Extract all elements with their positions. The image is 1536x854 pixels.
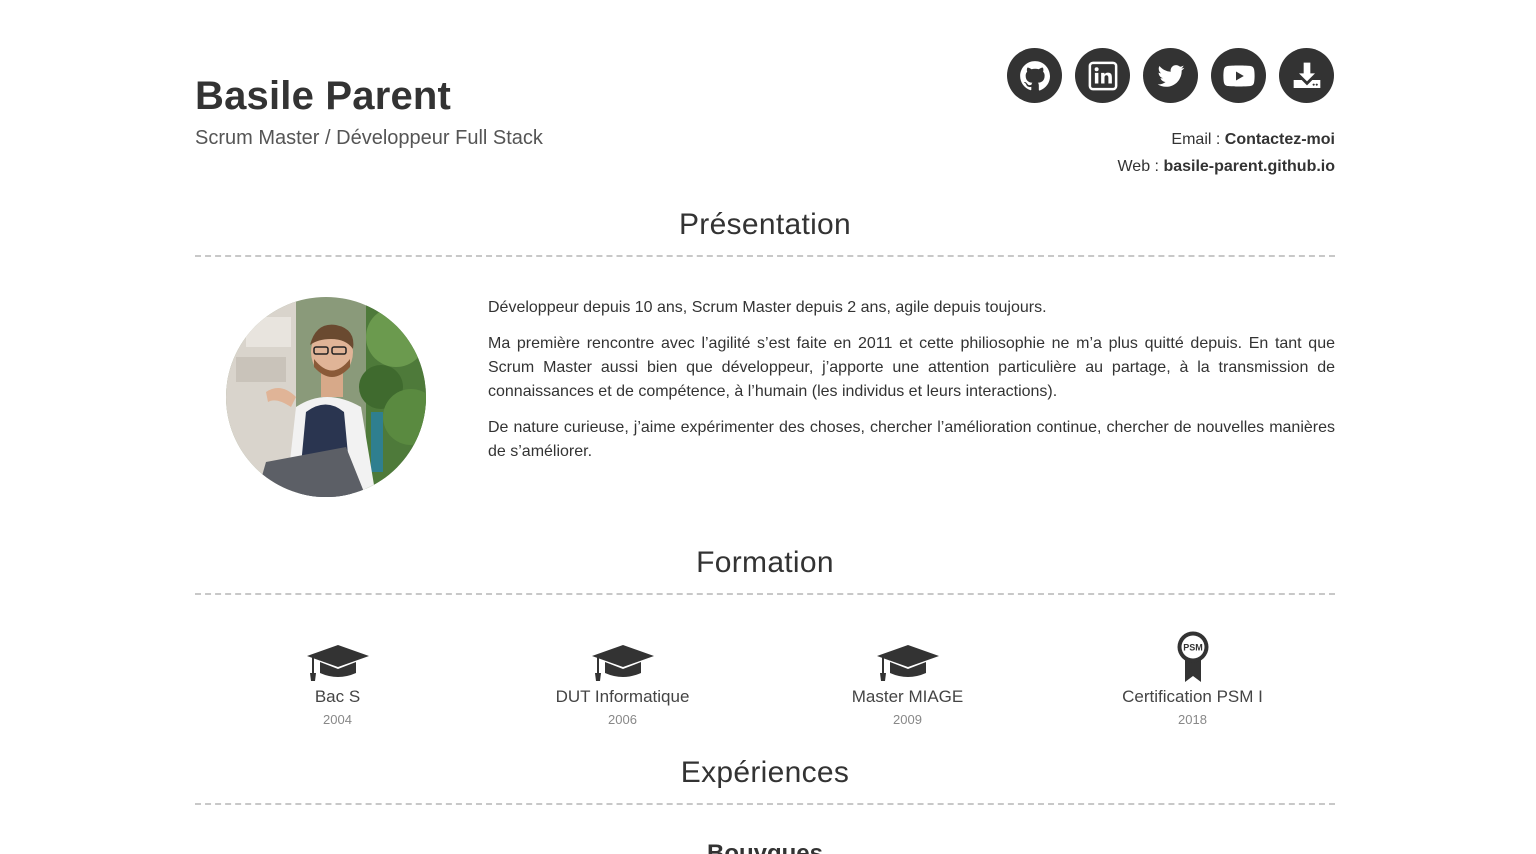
github-link[interactable] <box>1007 48 1062 103</box>
presentation-paragraph: Développeur depuis 10 ans, Scrum Master … <box>488 299 1047 316</box>
github-icon <box>1019 60 1050 90</box>
experiences-section: Expériences Bouygues <box>195 700 1335 854</box>
presentation-title: Présentation <box>678 208 852 241</box>
linkedin-icon <box>1088 61 1117 90</box>
person-name: Basile Parent <box>195 74 452 118</box>
section-divider <box>195 255 1335 257</box>
graduation-cap-icon <box>591 645 654 681</box>
presentation-text: Développeur depuis 10 ans, Scrum Master … <box>488 296 1335 476</box>
social-links <box>1007 48 1334 103</box>
download-icon <box>1293 62 1320 88</box>
section-divider <box>195 803 1335 805</box>
twitter-link[interactable] <box>1143 48 1198 103</box>
linkedin-link[interactable] <box>1075 48 1130 103</box>
email-link[interactable]: Contactez-moi <box>1225 131 1335 148</box>
job-title: Scrum Master / Développeur Full Stack <box>195 127 543 149</box>
presentation-paragraph: De nature curieuse, j’aime expérimenter … <box>488 419 1335 460</box>
header: Basile Parent Scrum Master / Développeur… <box>195 0 1335 200</box>
web-line: Web : basile-parent.github.io <box>1117 153 1335 180</box>
contact-info: Email : Contactez-moi Web : basile-paren… <box>1117 126 1335 180</box>
presentation-section: Présentation Développeur depuis 10 ans, … <box>195 200 1335 497</box>
psm-badge-text: PSM <box>1183 643 1203 653</box>
email-label: Email : <box>1171 131 1225 148</box>
youtube-icon <box>1222 65 1255 86</box>
formation-section: Formation Bac S 2004 DUT Informatique 20… <box>195 490 1335 727</box>
resume-page: Basile Parent Scrum Master / Développeur… <box>195 0 1335 854</box>
website-link[interactable]: basile-parent.github.io <box>1163 158 1335 175</box>
presentation-paragraph: Ma première rencontre avec l’agilité s’e… <box>488 335 1335 400</box>
section-divider <box>195 593 1335 595</box>
twitter-icon <box>1157 64 1184 87</box>
formation-title: Formation <box>696 546 834 579</box>
psm-badge-icon: PSM <box>1177 631 1208 682</box>
experience-company-title: Bouygues <box>706 840 823 854</box>
download-cv-link[interactable] <box>1279 48 1334 103</box>
profile-photo <box>226 297 426 497</box>
graduation-cap-icon <box>306 645 369 681</box>
web-label: Web : <box>1117 158 1164 175</box>
youtube-link[interactable] <box>1211 48 1266 103</box>
avatar <box>226 297 426 497</box>
graduation-cap-icon <box>876 645 939 681</box>
experiences-title: Expériences <box>680 756 850 789</box>
email-line: Email : Contactez-moi <box>1117 126 1335 153</box>
